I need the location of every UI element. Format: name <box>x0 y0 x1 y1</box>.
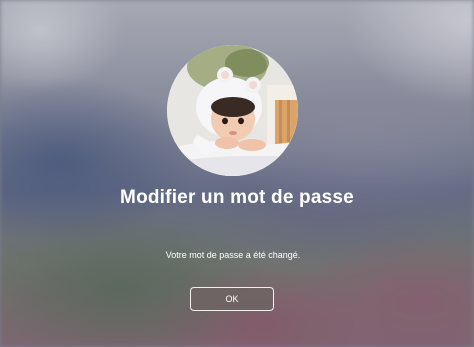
ok-button[interactable]: OK <box>190 287 274 311</box>
avatar-photo-icon <box>167 45 298 176</box>
status-message: Votre mot de passe a été changé. <box>165 250 301 260</box>
dialog-title: Modifier un mot de passe <box>120 187 354 208</box>
user-avatar <box>167 45 298 176</box>
